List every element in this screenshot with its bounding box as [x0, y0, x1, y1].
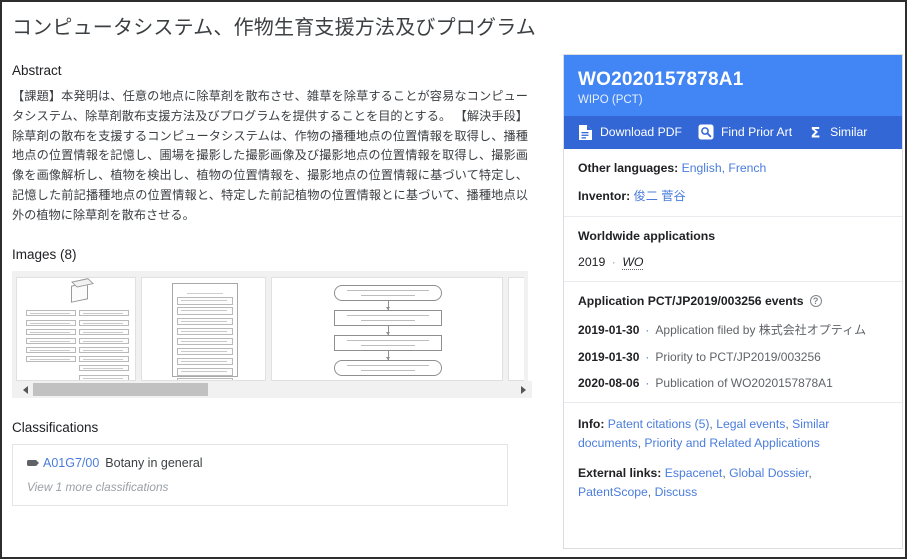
patent-card-header: WO2020157878A1 WIPO (PCT): [564, 55, 902, 116]
event-description: Priority to PCT/JP2019/003256: [655, 349, 821, 364]
external-link-discuss[interactable]: Discuss: [655, 485, 698, 499]
classifications-heading: Classifications: [12, 420, 99, 436]
classification-description: Botany in general: [105, 456, 203, 471]
application-events-title: Application PCT/JP2019/003256 events ?: [578, 294, 888, 308]
view-more-classifications-link[interactable]: View 1 more classifications: [27, 480, 493, 494]
image-thumbnail[interactable]: [271, 277, 503, 382]
event-bullet-icon: ·: [645, 322, 650, 337]
external-link-espacenet[interactable]: Espacenet: [665, 466, 723, 480]
flowchart-diagram: [334, 285, 442, 377]
event-row: 2019-01-30 · Application filed by 株式会社オプ…: [578, 321, 888, 338]
worldwide-country-code[interactable]: WO: [622, 254, 644, 270]
links-section: Info: Patent citations (5), Legal events…: [564, 403, 902, 514]
classification-code[interactable]: A01G7/00: [43, 456, 99, 470]
page-title: コンピュータシステム、作物生育支援方法及びプログラム: [12, 17, 536, 39]
event-description: Application filed by 株式会社オプティム: [655, 322, 867, 337]
worldwide-applications-section: Worldwide applications 2019 · WO: [564, 217, 902, 282]
module-stack-diagram: [172, 283, 238, 381]
prior-art-search-icon: [698, 124, 714, 140]
sigma-similar-icon: Σ: [811, 125, 821, 140]
publication-number: WO2020157878A1: [578, 69, 744, 90]
document-column: コンピュータシステム、作物生育支援方法及びプログラム Abstract 【課題】…: [2, 2, 562, 557]
application-events-section: Application PCT/JP2019/003256 events ? 2…: [564, 282, 902, 403]
similar-button[interactable]: Σ Similar: [808, 125, 868, 140]
info-links-row: Info: Patent citations (5), Legal events…: [578, 416, 830, 450]
classification-row[interactable]: A01G7/00 Botany in general: [27, 456, 493, 470]
find-prior-art-label: Find Prior Art: [720, 125, 793, 140]
image-thumbnail[interactable]: [16, 277, 136, 382]
document-download-icon: [579, 124, 592, 140]
event-row: 2019-01-30 · Priority to PCT/JP2019/0032…: [578, 350, 888, 364]
worldwide-year: 2019: [578, 254, 606, 269]
flowchart-step-node: [334, 310, 442, 327]
flowchart-start-node: [334, 285, 442, 302]
flowchart-arrow: [334, 351, 442, 361]
image-thumbnail[interactable]: [141, 277, 266, 382]
classifications-card: A01G7/00 Botany in general View 1 more c…: [12, 444, 508, 507]
worldwide-separator: ·: [611, 254, 616, 269]
image-thumbnail[interactable]: [508, 277, 524, 382]
find-prior-art-button[interactable]: Find Prior Art: [698, 124, 792, 140]
external-link-patentscope[interactable]: PatentScope: [578, 485, 648, 499]
download-pdf-button[interactable]: Download PDF: [578, 124, 682, 141]
event-bullet-icon: ·: [645, 375, 650, 390]
external-links-label: External links:: [578, 465, 662, 480]
inventor-label: Inventor:: [578, 188, 631, 203]
external-links-row: External links: Espacenet, Global Dossie…: [578, 465, 812, 499]
event-row: 2020-08-06 · Publication of WO2020157878…: [578, 376, 888, 390]
scroll-right-icon[interactable]: [518, 384, 528, 396]
svg-text:Σ: Σ: [811, 125, 821, 140]
event-date: 2019-01-30: [578, 322, 640, 337]
application-events-title-text: Application PCT/JP2019/003256 events: [578, 293, 804, 308]
flowchart-end-node: [334, 360, 442, 377]
worldwide-application-row: 2019 · WO: [578, 254, 888, 270]
images-scrollbar[interactable]: [16, 381, 532, 399]
info-link-legal-events[interactable]: Legal events: [716, 417, 785, 431]
info-link-patent-citations[interactable]: Patent citations (5): [608, 417, 710, 431]
download-pdf-label: Download PDF: [600, 125, 682, 140]
flowchart-arrow: [334, 326, 442, 336]
worldwide-applications-title: Worldwide applications: [578, 228, 716, 243]
other-languages-row: Other languages: English, French: [578, 161, 888, 175]
scrollbar-track[interactable]: [33, 383, 515, 397]
similar-label: Similar: [830, 125, 868, 140]
patent-page: コンピュータシステム、作物生育支援方法及びプログラム Abstract 【課題】…: [0, 0, 907, 559]
help-question-icon[interactable]: ?: [809, 294, 822, 307]
event-description: Publication of WO2020157878A1: [655, 375, 833, 390]
flowchart-arrow: [334, 301, 442, 311]
inventor-value[interactable]: 俊二 菅谷: [634, 189, 686, 203]
patent-action-bar: Download PDF Find Prior Art Σ Similar: [564, 115, 902, 149]
other-languages-value[interactable]: English, French: [682, 161, 767, 175]
diagram-column: [79, 310, 129, 381]
scroll-left-icon[interactable]: [20, 384, 30, 396]
other-languages-label: Other languages:: [578, 160, 679, 175]
device-box-icon: [71, 282, 88, 304]
images-row: [16, 277, 524, 382]
abstract-heading: Abstract: [12, 63, 62, 78]
external-link-global-dossier[interactable]: Global Dossier: [729, 466, 808, 480]
images-carousel: [12, 271, 532, 399]
flowchart-step-node: [334, 335, 442, 352]
event-bullet-icon: ·: [645, 349, 650, 364]
tag-icon: [27, 460, 39, 467]
scrollbar-thumb[interactable]: [33, 383, 208, 397]
inventor-row: Inventor: 俊二 菅谷: [578, 186, 888, 204]
patent-info-card: WO2020157878A1 WIPO (PCT) Download PDF F…: [563, 54, 903, 549]
patent-meta-section: Other languages: English, French Invento…: [564, 149, 902, 217]
diagram-column: [26, 310, 76, 365]
event-date: 2020-08-06: [578, 375, 640, 390]
info-label: Info:: [578, 416, 605, 431]
images-heading: Images (8): [12, 247, 77, 263]
patent-authority: WIPO (PCT): [578, 93, 643, 106]
info-link-priority-related[interactable]: Priority and Related Applications: [644, 436, 819, 450]
abstract-text: 【課題】本発明は、任意の地点に除草剤を散布させ、雑草を除草することが容易なコンピ…: [12, 89, 528, 222]
event-date: 2019-01-30: [578, 349, 640, 364]
